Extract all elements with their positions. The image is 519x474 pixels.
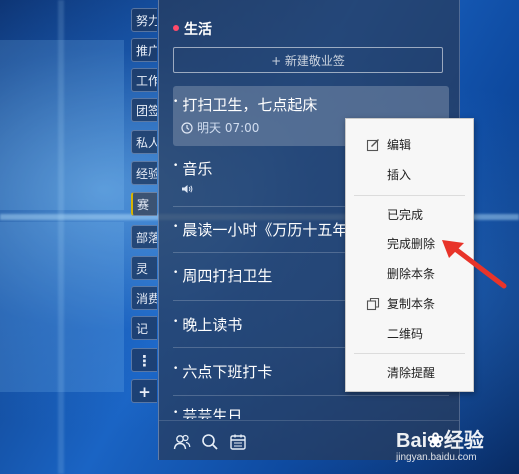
group-users-icon[interactable] [173, 433, 191, 451]
menu-item-label: 删除本条 [387, 267, 436, 281]
menu-item-label: 已完成 [387, 208, 424, 222]
tab-category[interactable]: 工作 [131, 68, 157, 92]
menu-item-copy[interactable]: 复制本条 [346, 290, 473, 318]
baidu-watermark: Bai❀经验 [396, 424, 484, 453]
menu-item-label: 复制本条 [387, 297, 436, 311]
clock-icon [181, 122, 193, 134]
menu-item-insert[interactable]: 插入 [346, 161, 473, 189]
tab-category[interactable]: 努力 [131, 8, 157, 32]
note-reminder-time: 明天 07:00 [197, 121, 260, 135]
menu-item-label: 编辑 [387, 138, 412, 152]
paw-logo-icon: ❀ [427, 430, 444, 452]
tab-category-active[interactable]: 赛 [131, 192, 157, 216]
menu-item-label: 清除提醒 [387, 366, 436, 380]
tab-category[interactable]: 推广 [131, 38, 157, 62]
light-beam [58, 0, 64, 474]
group-color-dot [173, 25, 179, 31]
search-icon[interactable] [201, 433, 219, 451]
watermark-url: jingyan.baidu.com [396, 452, 477, 463]
annotation-arrow-icon [442, 240, 507, 289]
tab-category[interactable]: 私人 [131, 130, 157, 154]
menu-item-label: 完成删除 [387, 237, 436, 251]
menu-item-label: 二维码 [387, 327, 424, 341]
tab-category[interactable]: 团签 [131, 98, 157, 122]
note-title: 芸芸生日 [173, 405, 449, 419]
speaker-icon [182, 185, 193, 193]
menu-item-clear-reminder[interactable]: 清除提醒 [346, 359, 473, 387]
menu-separator [354, 353, 465, 354]
tab-category[interactable]: 经验 [131, 161, 157, 185]
watermark-brand-suffix: 经验 [443, 430, 484, 452]
note-title: 打扫卫生，七点起床 [173, 94, 449, 115]
note-divider [173, 395, 449, 396]
menu-separator [354, 195, 465, 196]
new-note-button[interactable]: + 新建敬业签 [173, 47, 443, 73]
calendar-icon[interactable] [229, 433, 247, 451]
copy-icon [366, 297, 380, 311]
tab-category[interactable]: 记 [131, 316, 157, 340]
edit-icon [366, 139, 379, 152]
tab-category[interactable]: 消费 [131, 286, 157, 310]
note-item[interactable]: 芸芸生日 [173, 405, 449, 419]
category-tab-strip: 努力 推广 工作 团签 私人 经验 赛 部落 灵 消费 记 ⋮ + [128, 0, 158, 410]
add-category-button[interactable]: + [131, 379, 157, 403]
menu-item-completed[interactable]: 已完成 [346, 201, 473, 229]
menu-item-edit[interactable]: 编辑 [346, 131, 473, 159]
group-title: 生活 [173, 19, 212, 39]
more-tabs-button[interactable]: ⋮ [131, 348, 157, 372]
menu-item-qrcode[interactable]: 二维码 [346, 320, 473, 348]
menu-item-label: 插入 [387, 168, 412, 182]
tab-category[interactable]: 部落 [131, 225, 157, 249]
tab-category[interactable]: 灵 [131, 256, 157, 280]
watermark-brand: Bai [396, 430, 428, 452]
group-title-label: 生活 [184, 22, 212, 38]
